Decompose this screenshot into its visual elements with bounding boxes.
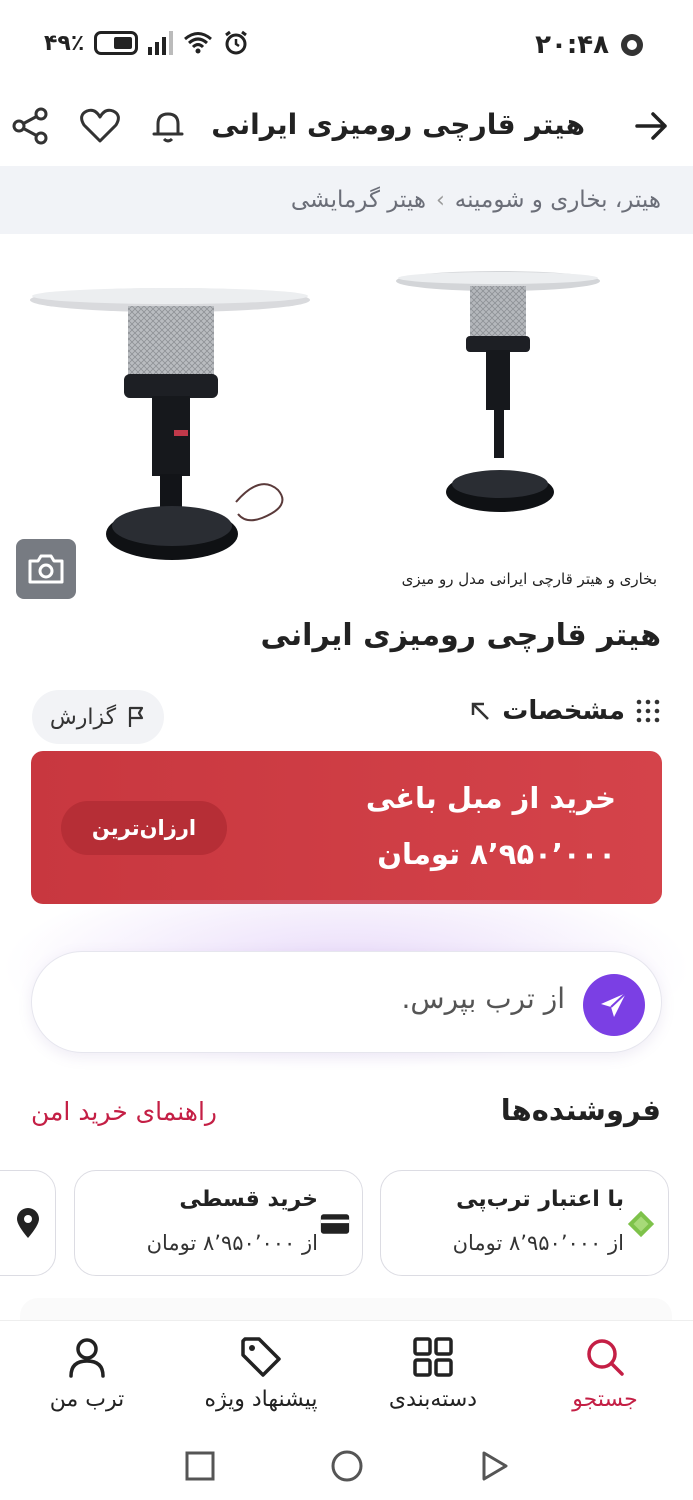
share-icon	[12, 107, 48, 145]
tag-icon	[241, 1337, 281, 1377]
breadcrumb-separator: ›	[435, 187, 445, 213]
ask-torob-input[interactable]: از ترب بپرس.	[31, 951, 662, 1053]
arrow-up-left-icon	[471, 702, 490, 720]
battery-percent: ۴۹٪	[44, 30, 85, 56]
signal-icon	[148, 31, 174, 55]
product-title: هیتر قارچی رومیزی ایرانی	[260, 618, 661, 653]
favorite-button[interactable]	[76, 102, 124, 150]
bell-icon	[152, 112, 184, 143]
user-icon	[69, 1338, 105, 1378]
share-button[interactable]	[6, 102, 54, 150]
product-image	[30, 271, 600, 560]
report-button[interactable]: گزارش	[32, 690, 164, 744]
app-bar: هیتر قارچی رومیزی ایرانی	[0, 90, 693, 166]
cheapest-badge: ارزان‌ترین	[61, 801, 227, 855]
buy-offer-price: ۸٬۹۵۰٬۰۰۰ تومان	[377, 837, 616, 871]
status-bar: ۴۹٪ ۲۰:۴۸	[0, 0, 693, 90]
status-time: ۲۰:۴۸	[535, 30, 609, 60]
nav-search[interactable]: جستجو	[530, 1335, 680, 1425]
app-bar-title: هیتر قارچی رومیزی ایرانی	[211, 108, 585, 141]
credit-card-icon	[320, 1209, 350, 1239]
browser-icon	[621, 34, 643, 56]
chip-installment[interactable]: خرید قسطی از ۸٬۹۵۰٬۰۰۰ تومان	[74, 1170, 363, 1276]
circle-icon	[331, 1450, 363, 1482]
chip-installment-price: از ۸٬۹۵۰٬۰۰۰ تومان	[146, 1231, 318, 1255]
nav-my-torob[interactable]: ترب من	[12, 1335, 162, 1425]
grid-dots-icon	[636, 699, 660, 723]
heart-icon	[80, 108, 120, 143]
chip-torobpay-price: از ۸٬۹۵۰٬۰۰۰ تومان	[452, 1231, 624, 1255]
ask-placeholder: از ترب بپرس.	[401, 982, 565, 1015]
alarm-icon	[225, 30, 248, 55]
status-right: ۲۰:۴۸	[535, 30, 645, 60]
breadcrumb: هیتر، بخاری و شومینه › هیتر گرمایشی	[0, 166, 693, 234]
nav-categories[interactable]: دسته‌بندی	[358, 1335, 508, 1425]
grid-icon	[413, 1337, 453, 1377]
status-left: ۴۹٪	[44, 30, 249, 56]
nav-special-offers[interactable]: پیشنهاد ویژه	[186, 1335, 336, 1425]
chip-location[interactable]	[0, 1170, 56, 1276]
notify-button[interactable]	[144, 102, 192, 150]
arrow-right-icon	[635, 112, 667, 140]
search-icon	[587, 1339, 624, 1376]
camera-icon	[28, 554, 64, 584]
location-pin-icon	[15, 1207, 41, 1243]
home-button[interactable]	[327, 1446, 367, 1486]
safe-purchase-guide-link[interactable]: راهنمای خرید امن	[31, 1097, 217, 1126]
wifi-icon	[184, 32, 213, 54]
image-search-button[interactable]	[16, 539, 76, 599]
bottom-navigation: جستجو دسته‌بندی پیشنهاد ویژه ترب من	[0, 1320, 693, 1432]
nav-search-label: جستجو	[572, 1387, 638, 1412]
report-label: گزارش	[49, 704, 117, 730]
chip-torobpay[interactable]: با اعتبار ترب‌پی از ۸٬۹۵۰٬۰۰۰ تومان	[380, 1170, 669, 1276]
breadcrumb-item-category[interactable]: هیتر، بخاری و شومینه	[455, 187, 661, 213]
system-navigation-bar	[0, 1432, 693, 1500]
flag-icon	[129, 706, 144, 727]
send-icon	[601, 992, 627, 1017]
breadcrumb-item-subcategory[interactable]: هیتر گرمایشی	[291, 187, 426, 213]
back-button[interactable]	[627, 102, 675, 150]
specs-link[interactable]: مشخصات	[468, 696, 661, 726]
product-image-gallery[interactable]: بخاری و هیتر قارچی ایرانی مدل رو میزی	[0, 234, 693, 604]
nav-categories-label: دسته‌بندی	[388, 1387, 478, 1412]
chip-torobpay-title: با اعتبار ترب‌پی	[456, 1187, 624, 1212]
battery-icon	[94, 31, 139, 55]
sellers-heading: فروشنده‌ها	[500, 1093, 661, 1127]
buy-offer-card[interactable]: خرید از مبل باغی ۸٬۹۵۰٬۰۰۰ تومان ارزان‌ت…	[31, 751, 662, 904]
ask-send-button[interactable]	[583, 974, 645, 1036]
specs-label: مشخصات	[502, 696, 625, 726]
triangle-back-icon	[482, 1451, 508, 1481]
recents-button[interactable]	[180, 1446, 220, 1486]
chip-installment-title: خرید قسطی	[179, 1187, 318, 1212]
image-caption: بخاری و هیتر قارچی ایرانی مدل رو میزی	[401, 570, 657, 588]
nav-special-offers-label: پیشنهاد ویژه	[204, 1387, 318, 1412]
nav-my-torob-label: ترب من	[49, 1387, 125, 1412]
buy-offer-title: خرید از مبل باغی	[365, 781, 616, 815]
torobpay-icon	[626, 1209, 656, 1239]
back-nav-button[interactable]	[474, 1446, 514, 1486]
square-icon	[185, 1451, 215, 1481]
